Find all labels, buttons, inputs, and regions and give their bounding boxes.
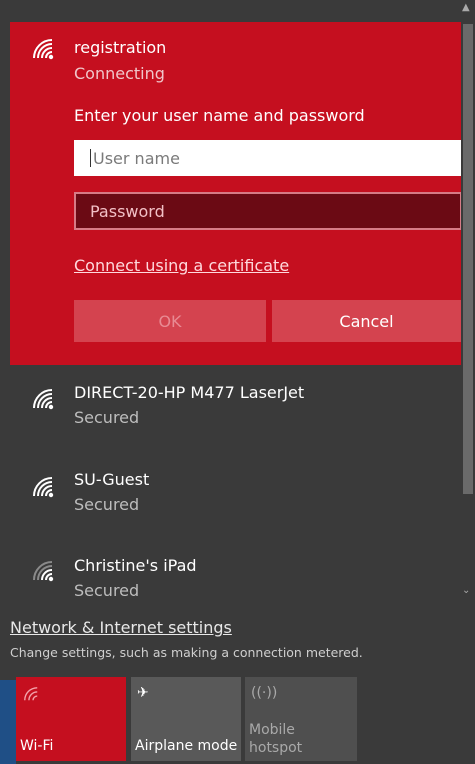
network-security: Secured [74,581,140,600]
wifi-icon [30,36,56,62]
scrollbar-thumb[interactable] [463,24,473,494]
scroll-down-arrow-icon[interactable]: ⌄ [462,585,470,596]
username-placeholder: User name [93,148,180,168]
network-list-item[interactable] [10,538,461,622]
network-security: Secured [74,408,140,427]
password-placeholder: Password [90,201,165,221]
network-name: Christine's iPad [74,556,197,575]
network-status: Connecting [74,64,165,83]
network-security: Secured [74,495,140,514]
tile-label-line1: Mobile [249,722,295,738]
wifi-toggle-tile[interactable]: Wi-Fi [16,677,126,761]
username-field[interactable]: User name [74,140,462,176]
hotspot-icon: ((·)) [251,685,278,701]
connect-certificate-link[interactable]: Connect using a certificate [74,256,289,275]
mobile-hotspot-tile[interactable]: ((·)) Mobile hotspot [245,677,357,761]
airplane-mode-tile[interactable]: ✈ Airplane mode [131,677,241,761]
tile-label: Airplane mode [135,738,238,754]
wifi-icon [22,685,40,707]
scroll-up-arrow-icon[interactable]: ▲ [462,2,470,13]
wifi-icon [30,386,56,412]
tile-label: Wi-Fi [20,738,54,754]
taskbar-edge [0,680,16,764]
network-flyout: registration Connecting Enter your user … [0,0,475,764]
network-settings-link[interactable]: Network & Internet settings [10,618,232,637]
tile-label: Mobile hotspot [249,721,302,757]
text-caret [90,149,91,167]
network-name: SU-Guest [74,470,150,489]
wifi-icon [30,474,56,500]
ok-button[interactable]: OK [74,300,266,342]
flyout-top-strip [10,0,461,22]
network-name: registration [74,38,167,57]
wifi-weak-icon [30,558,56,584]
network-settings-description: Change settings, such as making a connec… [10,645,363,660]
credentials-prompt: Enter your user name and password [74,106,365,125]
network-name: DIRECT-20-HP M477 LaserJet [74,383,305,402]
tile-label-line2: hotspot [249,740,303,756]
cancel-button[interactable]: Cancel [272,300,461,342]
password-field[interactable]: Password [74,192,462,230]
airplane-icon: ✈ [137,685,149,701]
